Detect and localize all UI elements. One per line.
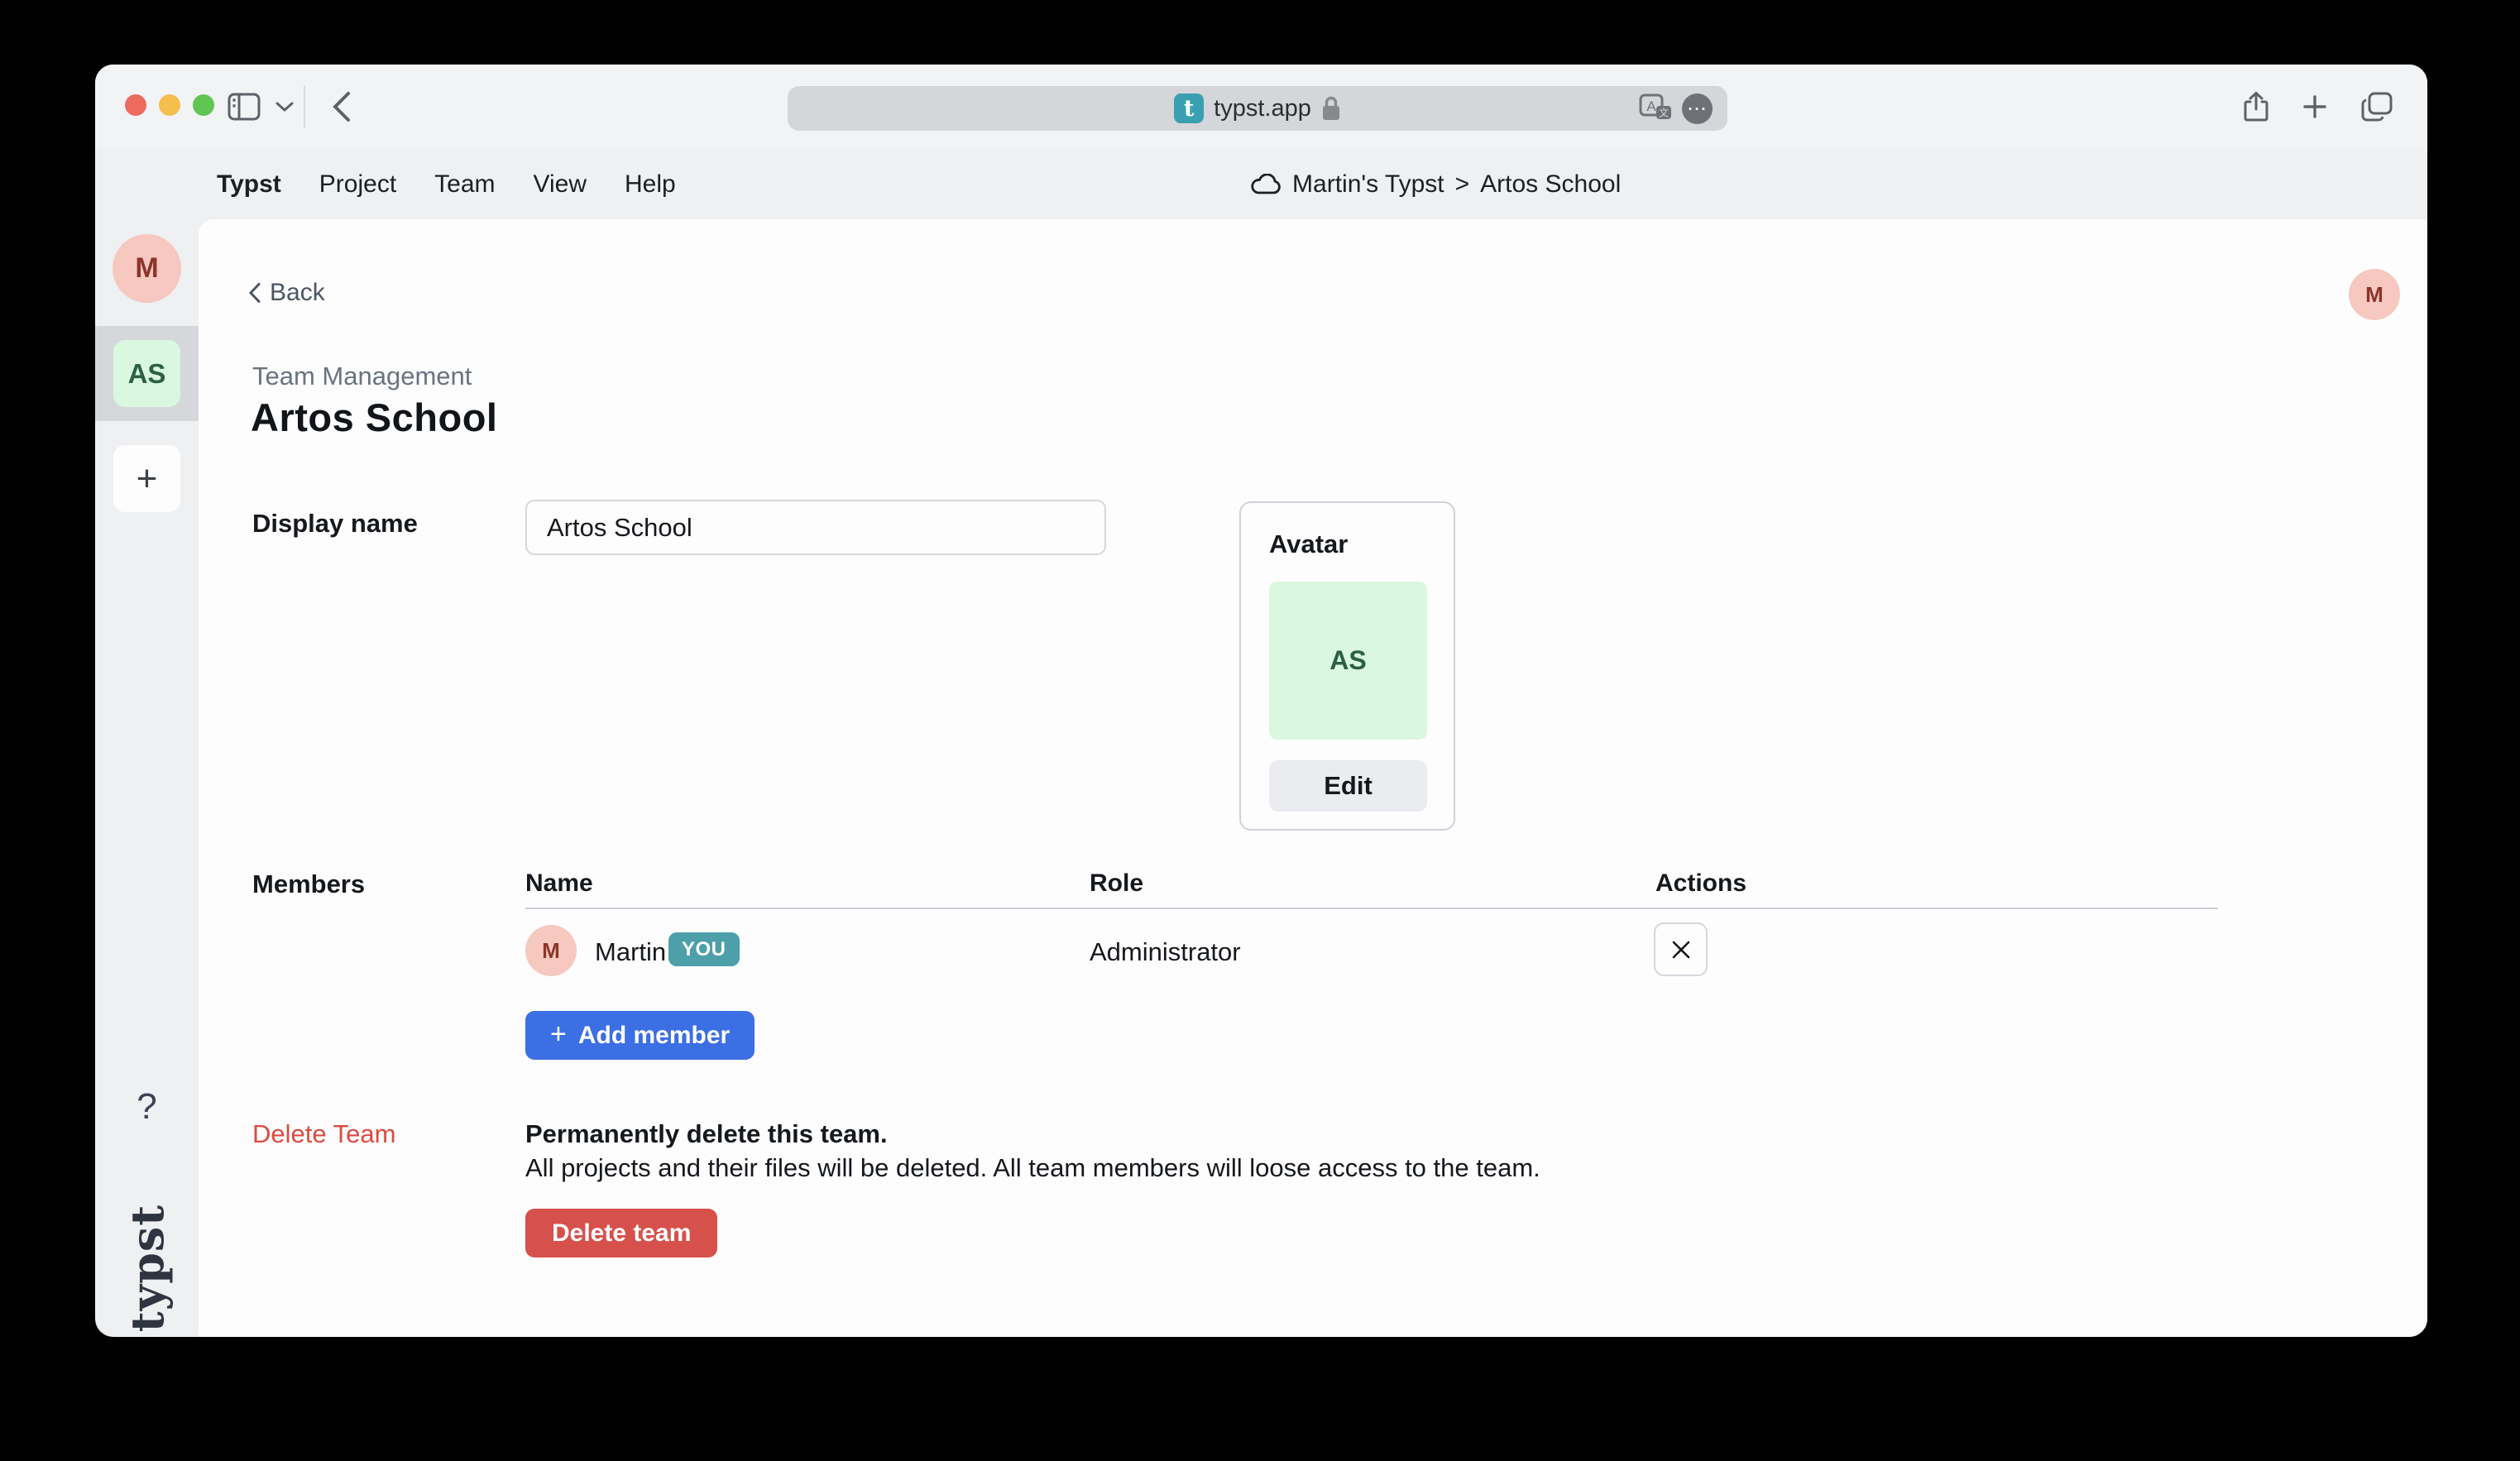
url-text: typst.app [1214, 95, 1311, 122]
delete-warning-text: All projects and their files will be del… [525, 1153, 1540, 1183]
breadcrumb: Martin's Typst > Artos School [1250, 149, 1621, 219]
column-header-actions: Actions [1655, 869, 1746, 898]
member-avatar: M [525, 925, 577, 976]
display-name-label: Display name [252, 509, 418, 539]
svg-text:A: A [1646, 98, 1656, 114]
new-tab-icon[interactable] [2302, 93, 2328, 120]
menu-view[interactable]: View [534, 170, 587, 199]
member-name: Martin [595, 937, 666, 967]
app-menubar: Typst Project Team View Help Martin's Ty… [95, 149, 2427, 219]
toolbar-divider [304, 85, 305, 128]
column-header-name: Name [525, 869, 593, 898]
delete-team-button[interactable]: Delete team [525, 1209, 717, 1257]
back-nav-icon[interactable] [332, 91, 352, 122]
you-badge: YOU [668, 932, 740, 966]
site-favicon: t [1174, 93, 1204, 123]
page-title: Artos School [251, 395, 497, 440]
avatar-card: Avatar AS Edit [1239, 501, 1455, 831]
svg-text:文: 文 [1659, 107, 1669, 119]
menu-team[interactable]: Team [434, 170, 495, 199]
add-team-button[interactable]: + [113, 445, 180, 512]
column-header-role: Role [1090, 869, 1143, 898]
remove-member-button[interactable] [1654, 922, 1708, 976]
chevron-down-icon[interactable] [275, 101, 294, 113]
team-management-panel: Back M Team Management Artos School Disp… [199, 219, 2427, 1337]
lock-icon [1321, 95, 1341, 122]
share-icon[interactable] [2244, 91, 2268, 122]
back-link[interactable]: Back [248, 279, 325, 307]
menu-typst[interactable]: Typst [217, 170, 281, 199]
cloud-icon [1250, 174, 1282, 195]
table-header-divider [525, 908, 2218, 909]
address-bar[interactable]: t typst.app A 文 ⋯ [788, 86, 1727, 131]
minimize-window-button[interactable] [159, 94, 180, 116]
delete-warning-bold: Permanently delete this team. [525, 1119, 888, 1149]
display-name-input[interactable] [525, 500, 1106, 555]
close-window-button[interactable] [125, 94, 146, 116]
sidebar-item-team[interactable]: AS [113, 340, 180, 407]
edit-avatar-button[interactable]: Edit [1269, 760, 1427, 812]
member-role: Administrator [1090, 937, 1241, 967]
workspace-sidebar: M AS + ? typst [95, 219, 199, 1337]
close-icon [1670, 939, 1692, 960]
delete-team-label: Delete Team [252, 1119, 395, 1149]
help-button[interactable]: ? [95, 1086, 199, 1128]
menu-help[interactable]: Help [625, 170, 676, 199]
breadcrumb-workspace[interactable]: Martin's Typst [1292, 170, 1444, 199]
breadcrumb-separator: > [1455, 170, 1470, 199]
sidebar-toggle-icon[interactable] [228, 93, 261, 121]
section-label: Team Management [252, 362, 472, 391]
tab-overview-icon[interactable] [2361, 92, 2393, 122]
traffic-lights [125, 94, 214, 116]
chevron-left-icon [248, 282, 261, 304]
translate-icon[interactable]: A 文 [1639, 93, 1674, 123]
breadcrumb-team[interactable]: Artos School [1480, 170, 1621, 199]
avatar-card-title: Avatar [1269, 529, 1425, 559]
typst-logo: typst [121, 1205, 174, 1332]
sidebar-item-workspace[interactable]: M [113, 234, 181, 303]
members-label: Members [252, 869, 365, 899]
browser-toolbar: t typst.app A 文 ⋯ [95, 65, 2427, 149]
browser-window: t typst.app A 文 ⋯ [95, 65, 2427, 1337]
zoom-window-button[interactable] [193, 94, 214, 116]
plus-icon: + [550, 1018, 567, 1051]
add-member-button[interactable]: + Add member [525, 1011, 755, 1060]
team-avatar-preview: AS [1269, 582, 1427, 740]
menu-project[interactable]: Project [319, 170, 396, 199]
sidebar-selected-band: AS [95, 326, 199, 421]
user-avatar[interactable]: M [2349, 269, 2400, 320]
reader-options-icon[interactable]: ⋯ [1682, 93, 1713, 124]
